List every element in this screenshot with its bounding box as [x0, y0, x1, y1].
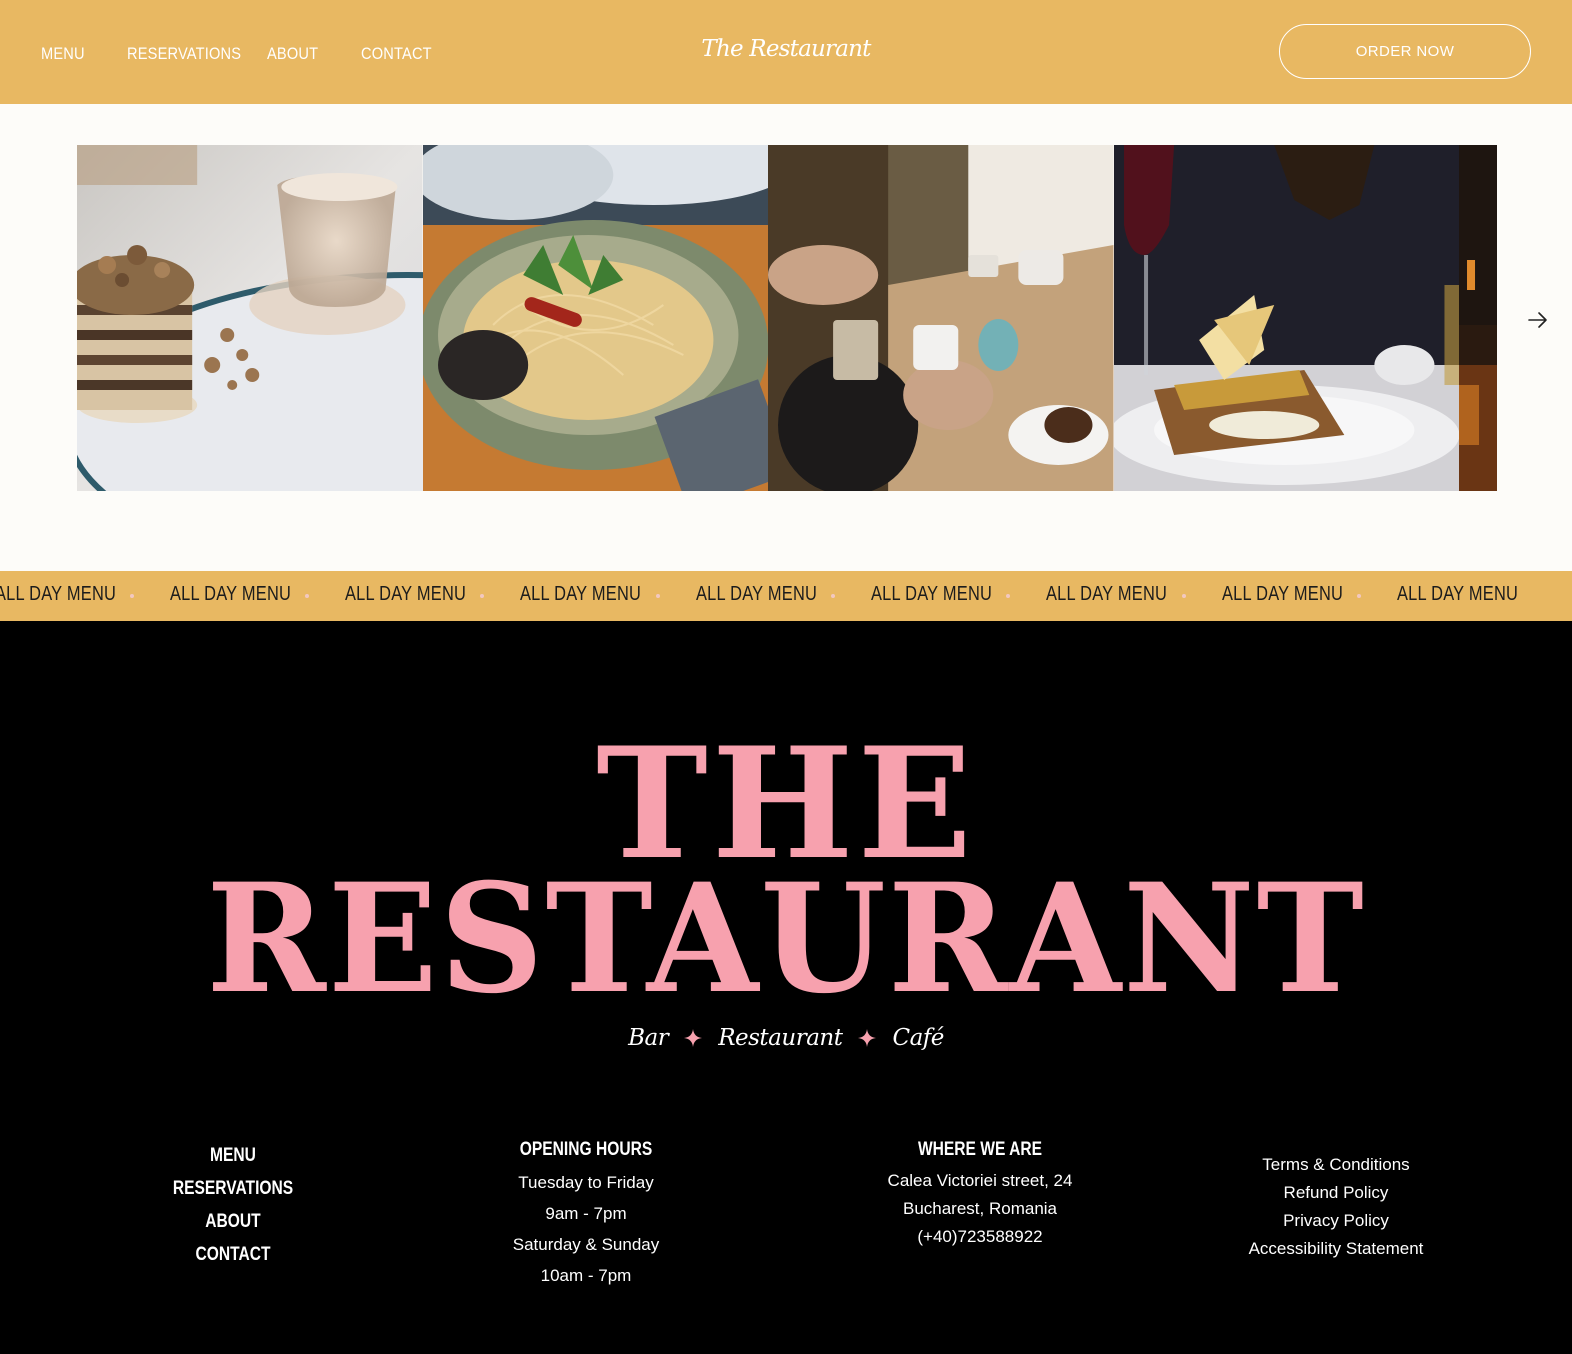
gallery-section — [0, 104, 1572, 571]
marquee-item: ALL DAY MENU — [1397, 583, 1519, 605]
hours-line: 10am - 7pm — [540, 1266, 632, 1285]
marquee-dot — [480, 594, 484, 598]
sparkle-icon — [684, 1029, 703, 1047]
marquee-item: ALL DAY MENU — [871, 583, 993, 605]
arrow-right-icon[interactable] — [1524, 306, 1552, 334]
hours-line: Saturday & Sunday — [512, 1235, 660, 1254]
gallery-slide-gourmet[interactable] — [1113, 145, 1459, 491]
where-we-are: WHERE WE ARE Calea Victoriei street, 24 … — [830, 1139, 1130, 1251]
gallery-slide-pancakes[interactable] — [77, 145, 423, 491]
marquee-item: ALL DAY MENU — [0, 583, 117, 605]
site-header: MENU RESERVATIONS ABOUT CONTACT The Rest… — [0, 0, 1572, 104]
marquee-dot — [656, 594, 660, 598]
marquee-item: ALL DAY MENU — [1222, 583, 1344, 605]
accessibility-link[interactable]: Accessibility Statement — [1186, 1235, 1486, 1263]
nav-contact[interactable]: CONTACT — [361, 44, 432, 64]
sparkle-icon — [858, 1029, 877, 1047]
footer-title-line2: RESTAURANT — [206, 851, 1366, 1027]
marquee-dot — [831, 594, 835, 598]
marquee-item: ALL DAY MENU — [696, 583, 818, 605]
footer-nav-contact[interactable]: CONTACT — [151, 1238, 315, 1271]
hours-line: 9am - 7pm — [545, 1204, 627, 1223]
main-nav: MENU RESERVATIONS ABOUT CONTACT — [41, 44, 471, 64]
marquee-item: ALL DAY MENU — [345, 583, 467, 605]
nav-about[interactable]: ABOUT — [267, 44, 318, 64]
marquee-dot — [1357, 594, 1361, 598]
terms-link[interactable]: Terms & Conditions — [1186, 1151, 1486, 1179]
footer-menu: MENU RESERVATIONS ABOUT CONTACT — [133, 1139, 333, 1271]
legal-links: Terms & Conditions Refund Policy Privacy… — [1186, 1151, 1486, 1263]
marquee-item: ALL DAY MENU — [170, 583, 292, 605]
gallery-slide-spaghetti[interactable] — [422, 145, 768, 491]
opening-hours-title: OPENING HOURS — [519, 1139, 653, 1160]
nav-reservations[interactable]: RESERVATIONS — [127, 44, 241, 64]
marquee-dot — [1006, 594, 1010, 598]
opening-hours: OPENING HOURS Tuesday to Friday 9am - 7p… — [436, 1139, 736, 1291]
pancakes-coffee-photo — [77, 145, 423, 491]
site-logo[interactable]: The Restaurant — [700, 36, 872, 62]
gourmet-dish-wine-photo — [1113, 145, 1459, 491]
hours-line: Tuesday to Friday — [518, 1173, 654, 1192]
marquee-item: ALL DAY MENU — [1046, 583, 1168, 605]
marquee-dot — [1182, 594, 1186, 598]
coffee-date-photo — [768, 145, 1114, 491]
gallery-slide-coffee-date[interactable] — [768, 145, 1114, 491]
gallery-slide-interior[interactable] — [1459, 145, 1497, 491]
where-we-are-title: WHERE WE ARE — [917, 1139, 1043, 1160]
tagline-cafe: Café — [892, 1025, 944, 1051]
phone-number[interactable]: (+40)723588922 — [830, 1223, 1130, 1251]
all-day-menu-marquee: ALL DAY MENU ALL DAY MENU ALL DAY MENU A… — [0, 571, 1572, 621]
marquee-item: ALL DAY MENU — [520, 583, 642, 605]
order-now-button[interactable]: ORDER NOW — [1279, 24, 1531, 79]
privacy-policy-link[interactable]: Privacy Policy — [1186, 1207, 1486, 1235]
tagline-bar: Bar — [628, 1025, 669, 1051]
footer-nav-reservations[interactable]: RESERVATIONS — [151, 1172, 315, 1205]
footer-tagline: Bar Restaurant Café — [0, 1025, 1572, 1051]
restaurant-interior-photo — [1459, 145, 1497, 491]
refund-policy-link[interactable]: Refund Policy — [1186, 1179, 1486, 1207]
nav-menu[interactable]: MENU — [41, 44, 85, 64]
footer-nav-menu[interactable]: MENU — [151, 1139, 315, 1172]
spaghetti-bowl-photo — [422, 145, 768, 491]
image-carousel[interactable] — [77, 145, 1497, 491]
address-street: Calea Victoriei street, 24 — [887, 1171, 1073, 1190]
site-footer: THE RESTAURANT Bar Restaurant Café MENU … — [0, 621, 1572, 1354]
marquee-dot — [305, 594, 309, 598]
footer-nav-about[interactable]: ABOUT — [151, 1205, 315, 1238]
tagline-restaurant: Restaurant — [718, 1025, 843, 1051]
marquee-dot — [130, 594, 134, 598]
address-city: Bucharest, Romania — [902, 1199, 1058, 1218]
